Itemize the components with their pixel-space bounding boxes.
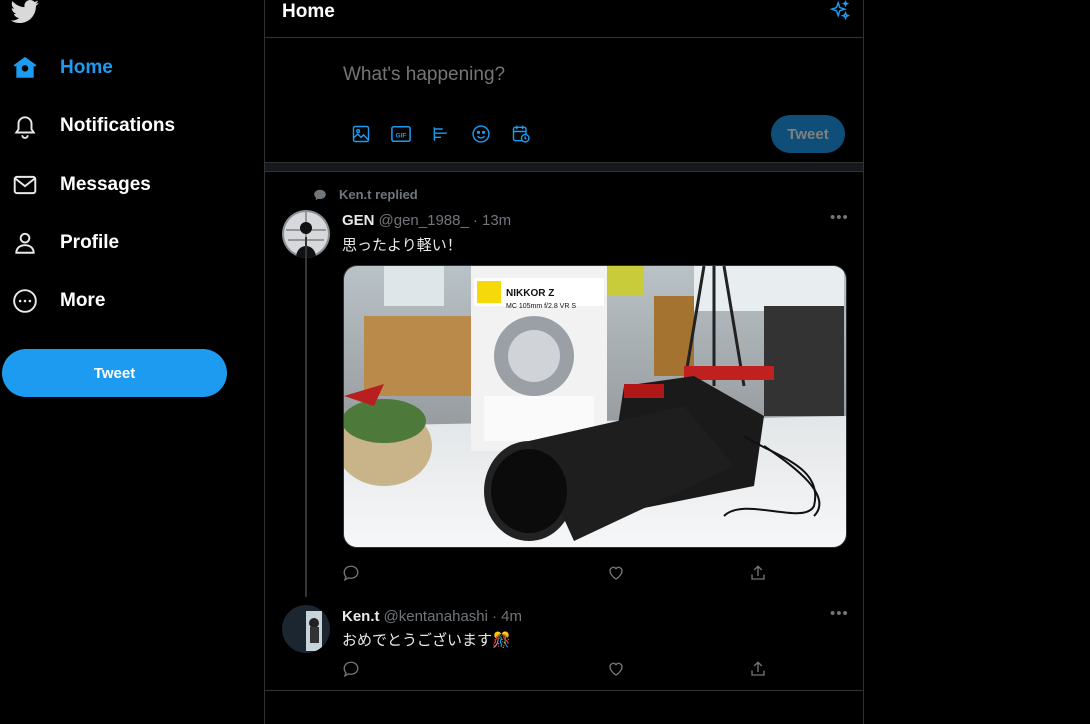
- timeline-header: Home: [265, 0, 863, 38]
- image-icon[interactable]: [341, 122, 381, 146]
- poll-icon[interactable]: [421, 122, 461, 146]
- main-timeline: Home GIF Tweet: [264, 0, 864, 724]
- reply-context-label: Ken.t replied: [339, 187, 418, 202]
- sidebar: Home Notifications Messages Profile More…: [0, 0, 264, 724]
- tweet-header: GEN @gen_1988_ · 13m: [342, 212, 511, 229]
- tweet-composer: GIF Tweet: [265, 38, 863, 162]
- svg-text:MC 105mm f/2.8 VR S: MC 105mm f/2.8 VR S: [506, 303, 576, 310]
- nav-more-label: More: [60, 290, 106, 311]
- tweet-author-name[interactable]: Ken.t: [342, 608, 380, 625]
- twitter-bird-icon[interactable]: [10, 0, 40, 24]
- tweet-author-handle[interactable]: @gen_1988_: [379, 212, 469, 229]
- section-divider: [265, 162, 863, 172]
- nav-messages[interactable]: Messages: [0, 160, 151, 210]
- reply-icon[interactable]: [339, 657, 363, 681]
- reply-context: Ken.t replied: [313, 187, 418, 202]
- more-options-icon[interactable]: •••: [830, 605, 849, 622]
- nav-messages-label: Messages: [60, 174, 151, 195]
- like-icon[interactable]: [604, 657, 628, 681]
- svg-text:NIKKOR Z: NIKKOR Z: [506, 288, 554, 299]
- reply-icon[interactable]: [339, 561, 363, 585]
- thread-connector-line: [305, 237, 307, 597]
- nav-notifications-label: Notifications: [60, 115, 176, 136]
- tweet-actions: [343, 657, 783, 681]
- share-icon[interactable]: [746, 657, 770, 681]
- nav-more[interactable]: More: [0, 276, 105, 326]
- nav-profile[interactable]: Profile: [0, 218, 119, 268]
- tweet-timestamp[interactable]: · 13m: [473, 212, 511, 229]
- home-icon: [0, 55, 50, 81]
- tweet-header: Ken.t @kentanahashi · 4m: [342, 608, 522, 625]
- tweet-text: おめでとうございます🎊: [342, 632, 511, 649]
- tweet-media-photo[interactable]: NIKKOR Z MC 105mm f/2.8 VR S: [343, 265, 847, 548]
- page-title: Home: [282, 1, 335, 22]
- reply-bubble-icon: [314, 189, 326, 200]
- sidebar-tweet-button[interactable]: Tweet: [2, 349, 227, 397]
- tweet-author-name[interactable]: GEN: [342, 212, 375, 229]
- avatar[interactable]: [282, 605, 330, 653]
- more-circle-icon: [0, 288, 50, 314]
- compose-input[interactable]: [343, 64, 823, 86]
- envelope-icon: [0, 172, 50, 198]
- share-icon[interactable]: [746, 561, 770, 585]
- sparkle-icon[interactable]: [829, 0, 851, 27]
- tweet-author-handle[interactable]: @kentanahashi: [384, 608, 488, 625]
- compose-tweet-button[interactable]: Tweet: [771, 115, 845, 153]
- tweet-timestamp[interactable]: · 4m: [492, 608, 522, 625]
- nav-home[interactable]: Home: [0, 43, 113, 93]
- person-icon: [0, 230, 50, 256]
- nav-profile-label: Profile: [60, 232, 120, 253]
- tweet-divider: [265, 690, 863, 691]
- nav-notifications[interactable]: Notifications: [0, 101, 175, 151]
- schedule-icon[interactable]: [501, 122, 541, 146]
- like-icon[interactable]: [604, 561, 628, 585]
- nav-home-label: Home: [60, 57, 113, 78]
- svg-text:GIF: GIF: [396, 133, 407, 140]
- bell-icon: [0, 113, 50, 139]
- emoji-icon[interactable]: [461, 122, 501, 146]
- gif-icon[interactable]: GIF: [381, 122, 421, 146]
- more-options-icon[interactable]: •••: [830, 209, 849, 226]
- composer-toolbar: GIF: [341, 122, 541, 146]
- tweet-text: 思ったより軽い！: [342, 237, 462, 254]
- tweet-actions: [343, 561, 783, 585]
